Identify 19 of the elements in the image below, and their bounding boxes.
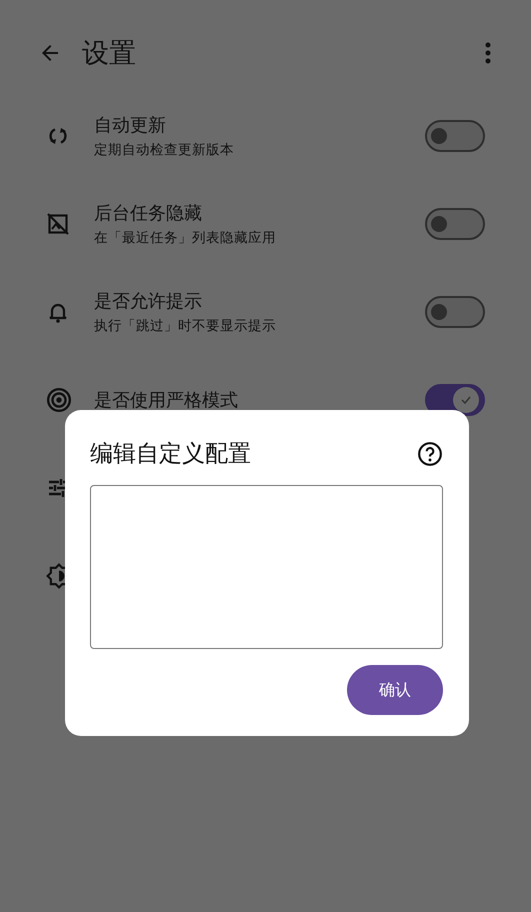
more-icon[interactable] (485, 41, 491, 65)
page-title: 设置 (82, 37, 137, 71)
setting-description: 在「最近任务」列表隐藏应用 (94, 229, 277, 247)
check-icon (460, 394, 472, 406)
help-icon[interactable] (417, 440, 443, 466)
target-icon (46, 387, 72, 413)
confirm-button[interactable]: 确认 (347, 665, 443, 715)
setting-title: 是否允许提示 (94, 290, 203, 313)
toggle-switch[interactable] (425, 120, 485, 152)
setting-description: 执行「跳过」时不要显示提示 (94, 317, 277, 335)
setting-title: 是否使用严格模式 (94, 389, 239, 412)
dialog-title: 编辑自定义配置 (90, 440, 251, 469)
setting-title: 自动更新 (94, 114, 167, 137)
toggle-switch[interactable] (425, 208, 485, 240)
config-input-field[interactable] (90, 485, 443, 649)
setting-title: 后台任务隐藏 (94, 202, 203, 225)
setting-description: 定期自动检查更新版本 (94, 141, 235, 159)
hidden-image-icon (46, 212, 70, 236)
toggle-switch[interactable] (425, 296, 485, 328)
